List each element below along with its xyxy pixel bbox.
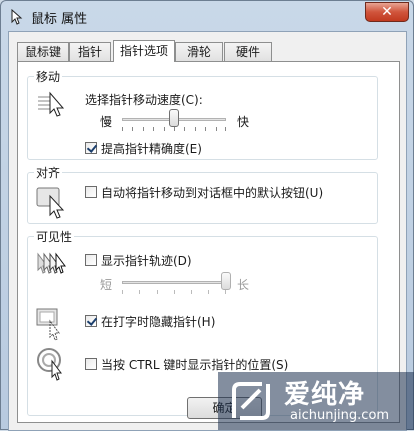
tab-buttons[interactable]: 鼠标键 [17, 42, 69, 61]
trails-label[interactable]: 显示指针轨迹(D) [101, 252, 192, 269]
trails-slider-ticks [122, 290, 226, 294]
close-button[interactable]: ✕ [365, 2, 409, 22]
mouse-properties-window: 鼠标 属性 ✕ 鼠标键 指针 指针选项 滑轮 硬件 移动 选择指针移动速度(C)… [0, 0, 414, 431]
trails-long-label: 长 [237, 278, 250, 292]
tab-wheel[interactable]: 滑轮 [175, 42, 223, 61]
snap-checkbox[interactable] [85, 186, 97, 198]
ctrl-location-checkbox[interactable] [85, 358, 97, 370]
motion-group-title: 移动 [34, 68, 63, 85]
hide-while-typing-label[interactable]: 在打字时隐藏指针(H) [101, 313, 215, 330]
tab-pointer-options[interactable]: 指针选项 [113, 40, 175, 62]
precision-label[interactable]: 提高指针精确度(E) [101, 140, 202, 157]
trails-checkbox[interactable] [85, 254, 97, 266]
snap-to-button-icon [36, 187, 65, 219]
watermark-logo-icon [232, 382, 270, 420]
snap-group: 对齐 自动将指针移动到对话框中的默认按钮(U) [27, 164, 378, 224]
title-bar[interactable]: 鼠标 属性 ✕ [1, 1, 414, 33]
watermark: 爱纯净 aichunjing.com [218, 372, 414, 430]
pointer-options-pane: 移动 选择指针移动速度(C): 慢 快 提高指针精确度(E) 对齐 自动将指针移… [17, 61, 400, 423]
speed-slider-ticks [122, 127, 226, 131]
tab-hardware[interactable]: 硬件 [224, 42, 272, 61]
window-title: 鼠标 属性 [31, 12, 88, 27]
precision-checkbox[interactable] [85, 142, 97, 154]
speed-slow-label: 慢 [100, 115, 113, 129]
watermark-en-text: aichunjing.com [290, 408, 390, 423]
visibility-group-title: 可见性 [34, 228, 75, 245]
watermark-cn-text: 爱纯净 [284, 380, 366, 410]
snap-group-title: 对齐 [34, 164, 63, 181]
mouse-icon [11, 9, 23, 25]
snap-label[interactable]: 自动将指针移动到对话框中的默认按钮(U) [101, 184, 323, 201]
trails-slider-thumb [221, 272, 231, 290]
trails-slider-track [122, 281, 226, 284]
pointer-trails-icon [37, 252, 66, 274]
speed-fast-label: 快 [237, 115, 250, 129]
pointer-speed-icon [38, 91, 65, 117]
dialog-client-area: 鼠标键 指针 指针选项 滑轮 硬件 移动 选择指针移动速度(C): 慢 快 提高… [8, 31, 407, 431]
show-location-icon [37, 348, 62, 381]
hide-while-typing-checkbox[interactable] [85, 315, 97, 327]
ctrl-location-label[interactable]: 当按 CTRL 键时显示指针的位置(S) [101, 356, 288, 373]
tab-pointers[interactable]: 指针 [69, 42, 111, 61]
trails-short-label: 短 [100, 278, 113, 292]
speed-label: 选择指针移动速度(C): [85, 93, 203, 107]
speed-slider-thumb[interactable] [169, 109, 179, 127]
motion-group: 移动 选择指针移动速度(C): 慢 快 提高指针精确度(E) [27, 68, 378, 160]
hide-pointer-icon [36, 308, 60, 341]
